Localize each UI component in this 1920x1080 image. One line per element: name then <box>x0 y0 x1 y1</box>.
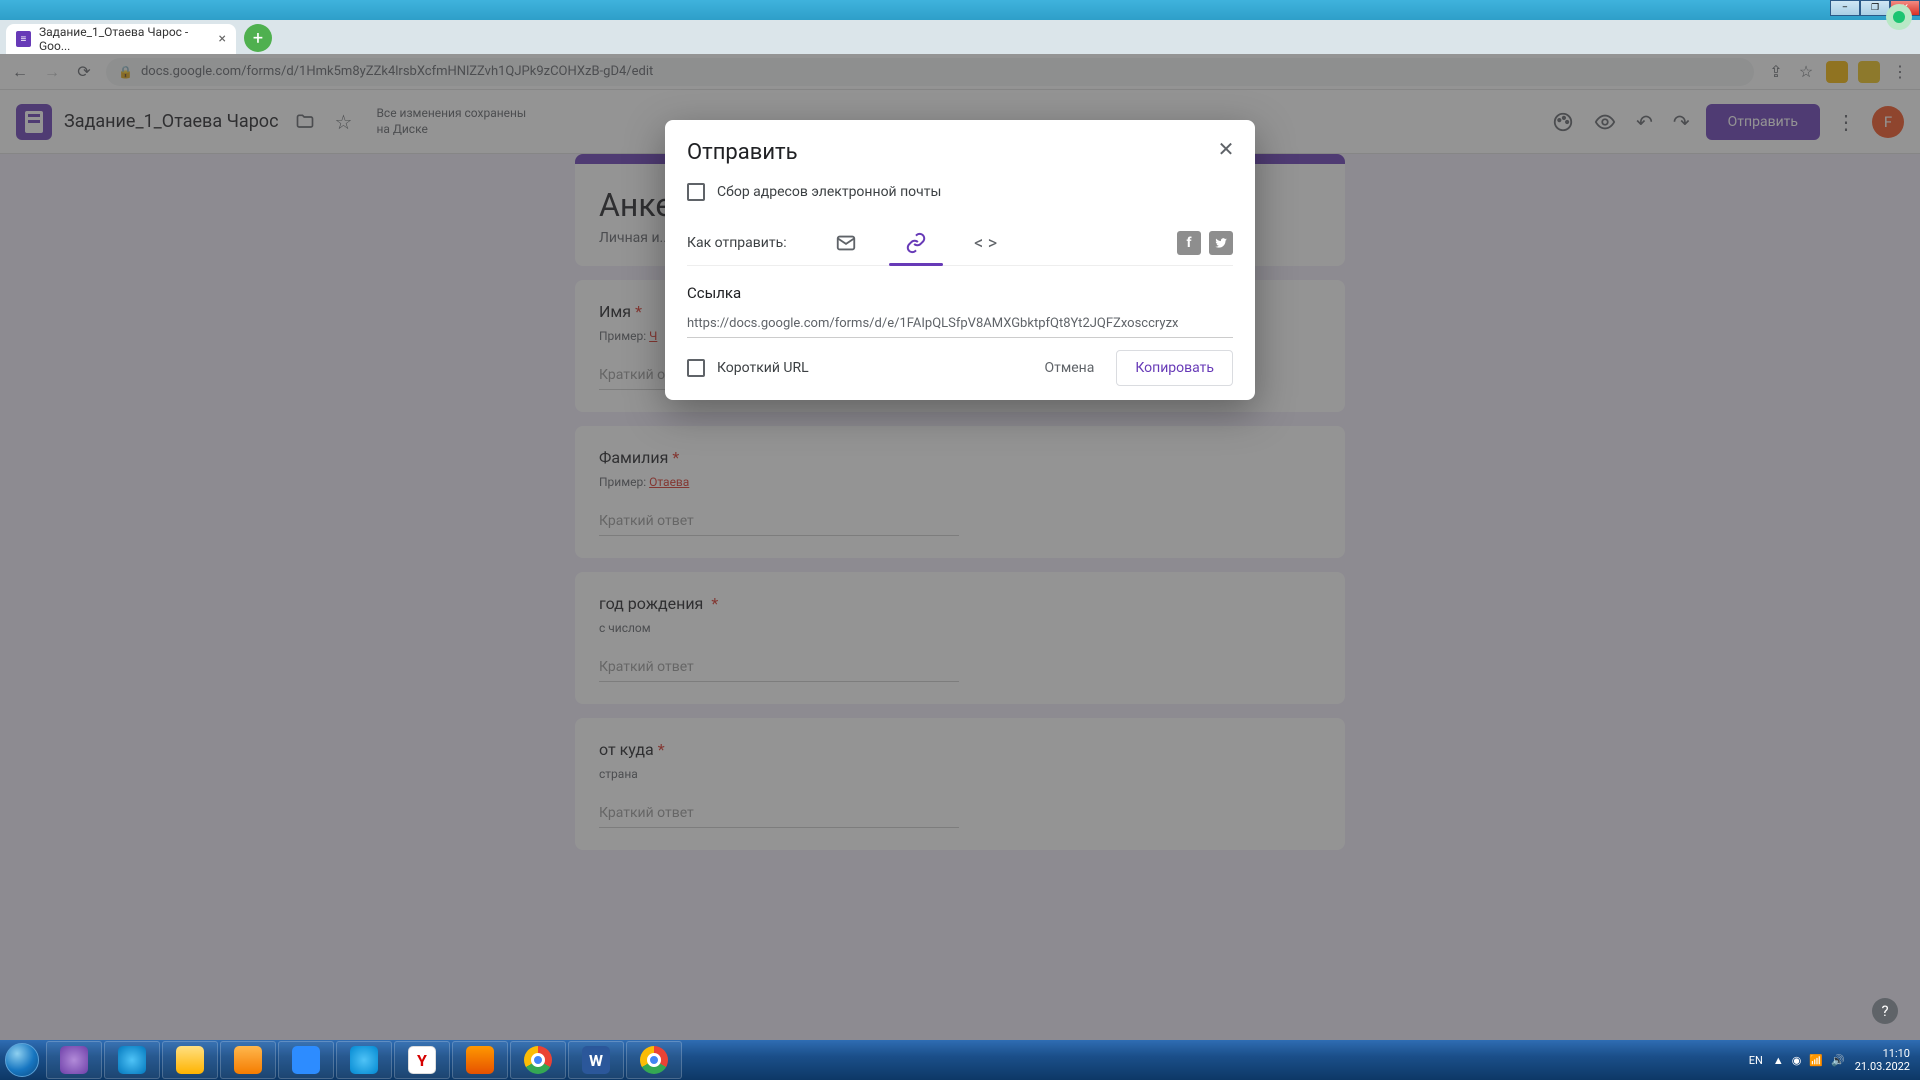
taskbar-app-chrome[interactable] <box>510 1041 566 1079</box>
taskbar-app-zoom[interactable] <box>278 1041 334 1079</box>
window-titlebar: – ❐ ✕ <box>0 0 1920 20</box>
send-via-embed-tab[interactable]: < > <box>951 221 1021 265</box>
share-link-field[interactable]: https://docs.google.com/forms/d/e/1FAIpQ… <box>687 312 1233 338</box>
short-url-label: Короткий URL <box>717 360 809 376</box>
send-via-link-tab[interactable] <box>881 221 951 265</box>
short-url-checkbox[interactable] <box>687 359 705 377</box>
tab-title: Задание_1_Отаева Чарос - Goo... <box>39 25 211 53</box>
start-button[interactable] <box>0 1040 44 1080</box>
taskbar-app-explorer[interactable] <box>162 1041 218 1079</box>
window-minimize-button[interactable]: – <box>1830 0 1860 16</box>
help-fab-icon[interactable]: ? <box>1872 998 1898 1024</box>
send-dialog: Отправить ✕ Сбор адресов электронной поч… <box>665 120 1255 400</box>
send-via-label: Как отправить: <box>687 235 787 251</box>
collect-emails-label: Сбор адресов электронной почты <box>717 184 941 200</box>
share-twitter-icon[interactable] <box>1209 231 1233 255</box>
language-indicator[interactable]: EN <box>1749 1054 1763 1067</box>
tray-volume-icon[interactable]: 🔊 <box>1831 1054 1845 1067</box>
tab-close-icon[interactable]: × <box>219 31 226 47</box>
browser-tab-active[interactable]: ≡ Задание_1_Отаева Чарос - Goo... × <box>6 24 236 54</box>
new-tab-button[interactable]: + <box>244 24 272 52</box>
tray-arrow-icon[interactable]: ▲ <box>1773 1054 1784 1067</box>
taskbar-app-chrome-2[interactable] <box>626 1041 682 1079</box>
browser-tab-strip: ≡ Задание_1_Отаева Чарос - Goo... × + <box>0 20 1920 54</box>
share-facebook-icon[interactable]: f <box>1177 231 1201 255</box>
collect-emails-checkbox[interactable] <box>687 183 705 201</box>
taskbar-app-ie[interactable] <box>104 1041 160 1079</box>
taskbar-clock[interactable]: 11:10 21.03.2022 <box>1855 1047 1910 1073</box>
tray-network-icon[interactable]: 📶 <box>1809 1054 1823 1067</box>
forms-favicon-icon: ≡ <box>16 31 31 47</box>
dialog-title: Отправить <box>687 140 1233 165</box>
taskbar-app-uc[interactable] <box>452 1041 508 1079</box>
link-section-label: Ссылка <box>687 284 1233 302</box>
system-tray: EN ▲ ◉ 📶 🔊 11:10 21.03.2022 <box>1749 1047 1920 1073</box>
browser-profile-button[interactable] <box>1886 4 1912 30</box>
send-via-email-tab[interactable] <box>811 221 881 265</box>
taskbar-app-media[interactable] <box>220 1041 276 1079</box>
taskbar-app-yandex[interactable]: Y <box>394 1041 450 1079</box>
taskbar-app-word[interactable]: W <box>568 1041 624 1079</box>
send-via-tabs: Как отправить: < > f <box>687 217 1233 266</box>
copy-button[interactable]: Копировать <box>1116 350 1233 386</box>
windows-taskbar: Y W EN ▲ ◉ 📶 🔊 11:10 21.03.2022 <box>0 1040 1920 1080</box>
taskbar-app-1[interactable] <box>46 1041 102 1079</box>
tray-icon-1[interactable]: ◉ <box>1792 1054 1802 1067</box>
cancel-button[interactable]: Отмена <box>1030 350 1108 386</box>
taskbar-app-telegram[interactable] <box>336 1041 392 1079</box>
dialog-close-button[interactable]: ✕ <box>1211 134 1241 164</box>
